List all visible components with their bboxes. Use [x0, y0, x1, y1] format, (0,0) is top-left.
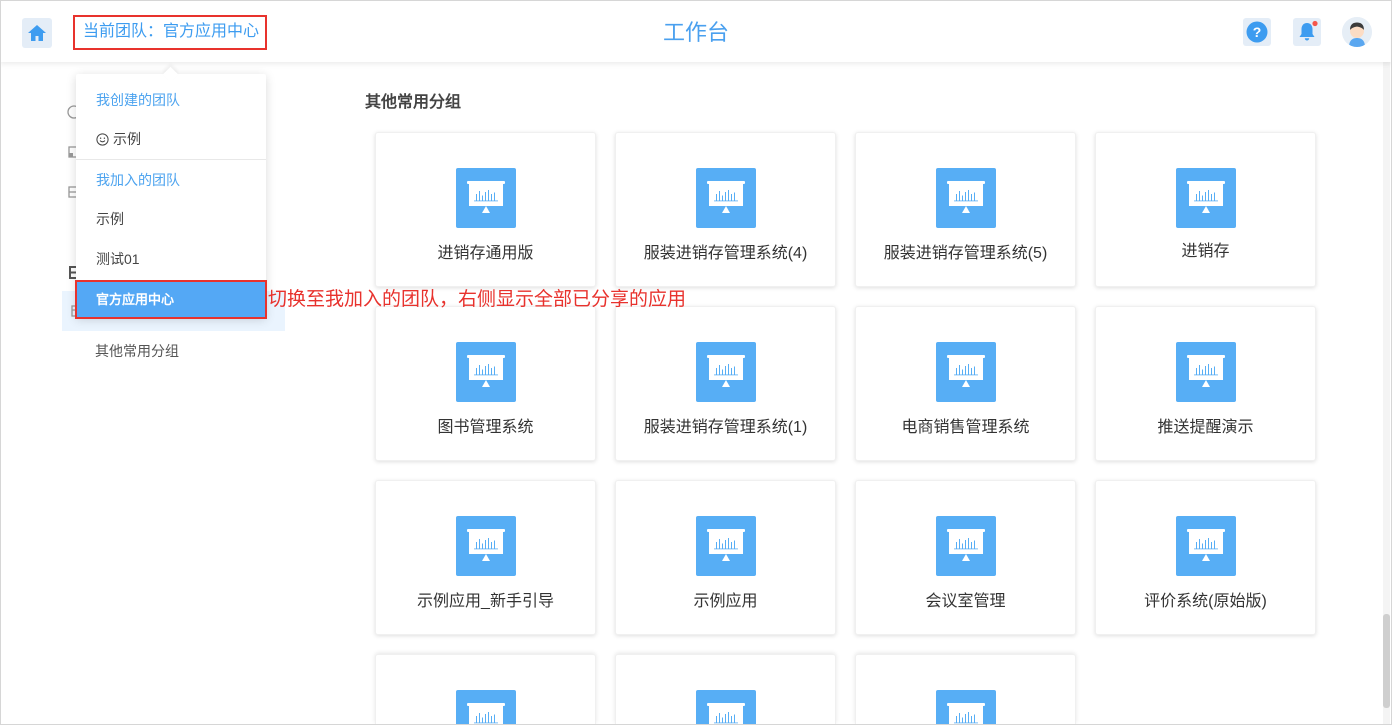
app-card[interactable]: 示例应用 [615, 480, 836, 635]
app-name: 示例应用_新手引导 [417, 593, 554, 610]
team-option-test01[interactable]: 测试01 [76, 239, 266, 279]
presentation-board-icon [455, 516, 516, 576]
joined-teams-header: 我加入的团队 [96, 172, 180, 188]
smile-icon [96, 132, 109, 146]
app-card[interactable]: 进销存 [1095, 132, 1316, 287]
presentation-board-icon [695, 342, 756, 402]
team-option-created-example[interactable]: 示例 [76, 119, 266, 159]
app-name: 进销存通用版 [437, 245, 534, 262]
app-name: 图书管理系统 [437, 419, 534, 436]
presentation-board-icon [935, 690, 996, 724]
app-name: 推送提醒演示 [1157, 419, 1254, 436]
app-card[interactable]: 服装进销存管理系统(1) [615, 306, 836, 461]
presentation-board-icon [455, 168, 516, 228]
presentation-board-icon [1175, 516, 1236, 576]
app-name: 服装进销存管理系统(5) [883, 245, 1048, 262]
team-switcher-highlight-box [73, 15, 267, 50]
app-card[interactable]: 评价系统(原始版) [1095, 480, 1316, 635]
group-title: 其他常用分组 [365, 94, 462, 111]
app-grid: 进销存通用版 服装进销存管理系统(4) 服装进销存管理系统(5) 进销存 图书管… [375, 132, 1316, 724]
app-card[interactable]: 推送提醒演示 [1095, 306, 1316, 461]
sidebar-item-other-groups[interactable]: 其他常用分组 [95, 342, 179, 360]
app-card[interactable]: 图书管理系统 [375, 306, 596, 461]
notification-dot [1312, 20, 1318, 27]
app-name: 服装进销存管理系统(4) [643, 245, 808, 262]
selected-team-highlight-box [75, 280, 267, 319]
presentation-board-icon [455, 690, 516, 724]
svg-text:?: ? [1253, 24, 1262, 40]
app-name: 电商销售管理系统 [901, 419, 1030, 436]
scrollbar-thumb[interactable] [1383, 614, 1390, 708]
created-teams-header: 我创建的团队 [96, 92, 180, 108]
vertical-scrollbar[interactable] [1383, 62, 1390, 724]
presentation-board-icon [455, 342, 516, 402]
app-card[interactable]: 服装进销存管理系统(5) [855, 132, 1076, 287]
app-card[interactable] [855, 654, 1076, 724]
team-option-label: 示例 [113, 131, 141, 147]
app-card[interactable]: 电商销售管理系统 [855, 306, 1076, 461]
presentation-board-icon [935, 168, 996, 228]
presentation-board-icon [935, 516, 996, 576]
presentation-board-icon [935, 342, 996, 402]
presentation-board-icon [695, 168, 756, 228]
app-card[interactable] [375, 654, 596, 724]
annotation-text: 切换至我加入的团队，右侧显示全部已分享的应用 [268, 289, 687, 310]
app-card[interactable] [615, 654, 836, 724]
app-card[interactable]: 示例应用_新手引导 [375, 480, 596, 635]
app-name: 示例应用 [693, 593, 758, 610]
presentation-board-icon [695, 516, 756, 576]
app-card[interactable]: 会议室管理 [855, 480, 1076, 635]
app-card[interactable]: 服装进销存管理系统(4) [615, 132, 836, 287]
bell-icon[interactable] [1293, 18, 1321, 46]
app-name: 服装进销存管理系统(1) [643, 419, 808, 436]
app-name: 进销存 [1181, 243, 1230, 260]
app-card[interactable]: 进销存通用版 [375, 132, 596, 287]
presentation-board-icon [1175, 342, 1236, 402]
app-name: 评价系统(原始版) [1144, 593, 1267, 610]
team-option-joined-example[interactable]: 示例 [76, 199, 266, 239]
divider [76, 159, 266, 160]
presentation-board-icon [1175, 168, 1236, 228]
avatar[interactable] [1342, 17, 1372, 47]
presentation-board-icon [695, 690, 756, 724]
app-name: 会议室管理 [925, 593, 1006, 610]
help-icon[interactable]: ? [1243, 18, 1271, 46]
